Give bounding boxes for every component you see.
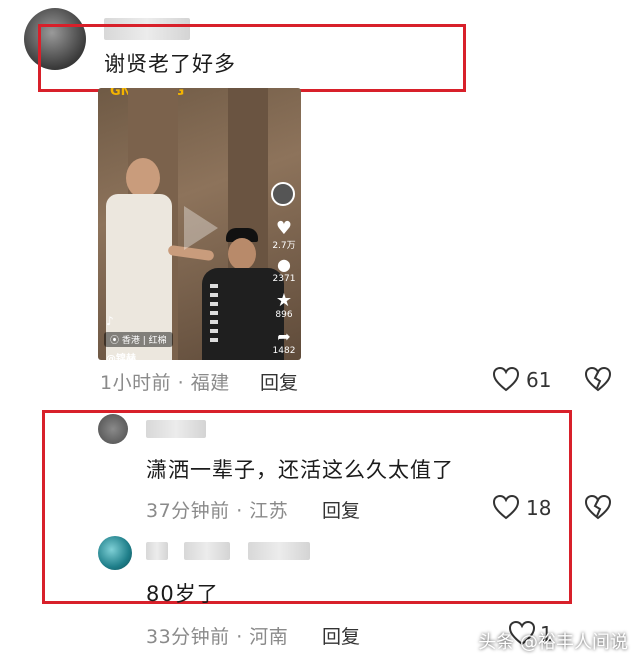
comment-bubble-icon[interactable]: ● (271, 256, 297, 274)
heart-icon[interactable]: ♥ (271, 220, 297, 238)
reply-username-blurred (248, 542, 310, 560)
location-tag[interactable]: ⦿ 香港 | 红棉 (104, 332, 173, 347)
dislike-broken-heart-icon[interactable] (584, 494, 612, 520)
person-standing (98, 158, 178, 360)
creator-avatar[interactable] (271, 182, 295, 206)
like-heart-icon[interactable] (492, 366, 520, 392)
reply-text: 潇洒一辈子，还活这么久太值了 (146, 458, 454, 482)
comment-text: 谢贤老了好多 (104, 52, 236, 76)
reply-user-avatar[interactable] (98, 536, 132, 570)
video-comment-count: 2371 (272, 274, 296, 284)
video-author: @锦赫 (106, 354, 136, 360)
share-icon[interactable]: ➦ (271, 328, 297, 346)
source-watermark: 头条 @裕丰人间说 (478, 632, 628, 653)
location-pin-icon: ⦿ (110, 336, 122, 346)
reply-button[interactable]: 回复 (322, 496, 360, 523)
video-like-count: 2.7万 (272, 241, 296, 251)
douyin-icon: ♪ (106, 314, 114, 328)
highlight-box (38, 24, 466, 92)
like-count: 61 (526, 368, 552, 392)
video-thumbnail[interactable]: GNGKUNG ♥ 2.7万 ● 2371 ★ 896 ➦ 1482 ♪ ⦿ 香… (98, 88, 301, 360)
video-favorite-count: 896 (275, 310, 293, 320)
reply-meta: 37分钟前 · 江苏 (146, 500, 289, 522)
dislike-broken-heart-icon[interactable] (584, 366, 612, 392)
reply-button[interactable]: 回复 (260, 368, 298, 395)
like-count: 18 (526, 496, 552, 520)
video-share-count: 1482 (272, 346, 296, 356)
play-icon (184, 206, 218, 250)
reply-meta: 33分钟前 · 河南 (146, 626, 289, 648)
reply-username-blurred (184, 542, 230, 560)
reply-button[interactable]: 回复 (322, 622, 360, 649)
reply-user-avatar[interactable] (98, 414, 128, 444)
star-icon[interactable]: ★ (271, 292, 297, 310)
comment-meta: 1小时前 · 福建 (100, 372, 230, 394)
reply-text: 80岁了 (146, 582, 219, 606)
reply-username-blurred (146, 542, 168, 560)
reply-username-blurred (146, 420, 206, 438)
like-heart-icon[interactable] (492, 494, 520, 520)
